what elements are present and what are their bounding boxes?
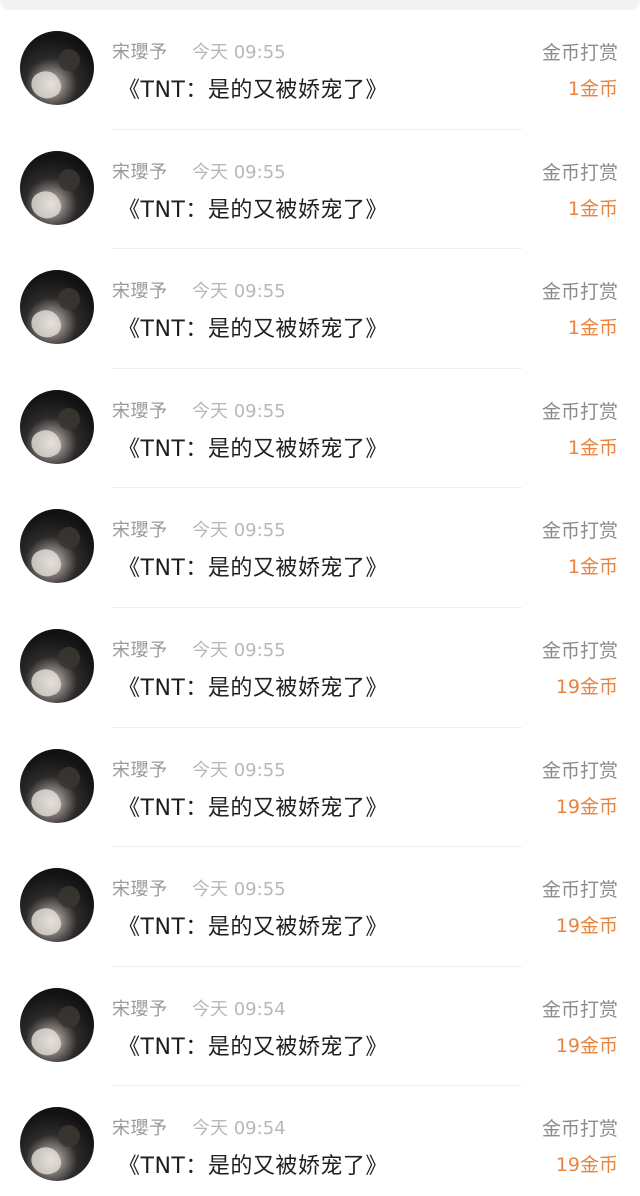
tip-amount: 19金币 <box>555 1034 618 1057</box>
tip-amount: 19金币 <box>555 915 618 938</box>
list-item[interactable]: 宋瓔予 今天 09:55 《TNT：是的又被娇宠了》 金币打赏 1金币 <box>0 488 640 608</box>
book-title: 《TNT：是的又被娇宠了》 <box>118 915 388 941</box>
tip-type: 金币打赏 <box>541 1118 618 1141</box>
tip-type: 金币打赏 <box>541 520 618 543</box>
list-item[interactable]: 宋瓔予 今天 09:55 《TNT：是的又被娇宠了》 金币打赏 1金币 <box>0 369 640 489</box>
tip-type: 金币打赏 <box>541 759 618 782</box>
user-name: 宋瓔予 <box>112 1118 168 1140</box>
avatar[interactable] <box>20 150 94 225</box>
avatar[interactable] <box>20 1107 94 1182</box>
list-item[interactable]: 宋瓔予 今天 09:55 《TNT：是的又被娇宠了》 金币打赏 1金币 <box>0 130 640 250</box>
tip-amount: 1金币 <box>567 436 618 459</box>
tip-type: 金币打赏 <box>541 639 618 662</box>
timestamp: 今天 09:55 <box>192 639 286 661</box>
book-title: 《TNT：是的又被娇宠了》 <box>118 1034 388 1060</box>
tip-record-list: 宋瓔予 今天 09:55 《TNT：是的又被娇宠了》 金币打赏 1金币 宋瓔予 … <box>0 10 640 1196</box>
book-title: 《TNT：是的又被娇宠了》 <box>118 556 388 582</box>
timestamp: 今天 09:55 <box>192 281 286 303</box>
tip-type: 金币打赏 <box>541 42 618 64</box>
avatar[interactable] <box>20 509 94 584</box>
tip-amount: 19金币 <box>555 1154 618 1177</box>
avatar[interactable] <box>20 748 94 823</box>
book-title: 《TNT：是的又被娇宠了》 <box>118 197 388 223</box>
list-item[interactable]: 宋瓔予 今天 09:55 《TNT：是的又被娇宠了》 金币打赏 1金币 <box>0 10 640 130</box>
user-name: 宋瓔予 <box>112 281 168 303</box>
avatar[interactable] <box>20 868 94 943</box>
user-name: 宋瓔予 <box>112 400 168 422</box>
user-name: 宋瓔予 <box>112 759 168 781</box>
book-title: 《TNT：是的又被娇宠了》 <box>118 675 388 701</box>
tip-amount: 19金币 <box>555 795 618 818</box>
list-item[interactable]: 宋瓔予 今天 09:55 《TNT：是的又被娇宠了》 金币打赏 19金币 <box>0 728 640 848</box>
avatar[interactable] <box>20 987 94 1062</box>
list-item[interactable]: 宋瓔予 今天 09:55 《TNT：是的又被娇宠了》 金币打赏 1金币 <box>0 249 640 369</box>
timestamp: 今天 09:55 <box>192 520 286 542</box>
book-title: 《TNT：是的又被娇宠了》 <box>118 436 388 462</box>
timestamp: 今天 09:55 <box>192 400 286 422</box>
list-item[interactable]: 宋瓔予 今天 09:54 《TNT：是的又被娇宠了》 金币打赏 19金币 <box>0 1086 640 1196</box>
list-item[interactable]: 宋瓔予 今天 09:55 《TNT：是的又被娇宠了》 金币打赏 19金币 <box>0 847 640 967</box>
tip-type: 金币打赏 <box>541 281 618 304</box>
timestamp: 今天 09:54 <box>192 998 286 1020</box>
timestamp: 今天 09:55 <box>192 879 286 901</box>
book-title: 《TNT：是的又被娇宠了》 <box>118 795 388 821</box>
tip-type: 金币打赏 <box>541 400 618 423</box>
user-name: 宋瓔予 <box>112 879 168 901</box>
tip-amount: 1金币 <box>567 78 618 100</box>
user-name: 宋瓔予 <box>112 998 168 1020</box>
tip-type: 金币打赏 <box>541 998 618 1021</box>
book-title: 《TNT：是的又被娇宠了》 <box>118 78 388 103</box>
user-name: 宋瓔予 <box>112 639 168 661</box>
tip-amount: 1金币 <box>567 317 618 340</box>
timestamp: 今天 09:55 <box>192 42 286 63</box>
avatar[interactable] <box>20 31 94 105</box>
user-name: 宋瓔予 <box>112 520 168 542</box>
avatar[interactable] <box>20 628 94 703</box>
tip-type: 金币打赏 <box>541 161 618 184</box>
book-title: 《TNT：是的又被娇宠了》 <box>118 317 388 343</box>
tip-type: 金币打赏 <box>541 879 618 902</box>
top-edge <box>0 0 640 10</box>
list-item[interactable]: 宋瓔予 今天 09:55 《TNT：是的又被娇宠了》 金币打赏 19金币 <box>0 608 640 728</box>
timestamp: 今天 09:54 <box>192 1118 286 1140</box>
user-name: 宋瓔予 <box>112 161 168 183</box>
avatar[interactable] <box>20 270 94 345</box>
tip-amount: 1金币 <box>567 556 618 579</box>
tip-amount: 1金币 <box>567 197 618 220</box>
timestamp: 今天 09:55 <box>192 161 286 183</box>
book-title: 《TNT：是的又被娇宠了》 <box>118 1154 388 1180</box>
list-item[interactable]: 宋瓔予 今天 09:54 《TNT：是的又被娇宠了》 金币打赏 19金币 <box>0 967 640 1087</box>
avatar[interactable] <box>20 389 94 464</box>
user-name: 宋瓔予 <box>112 42 168 63</box>
timestamp: 今天 09:55 <box>192 759 286 781</box>
tip-amount: 19金币 <box>555 675 618 698</box>
